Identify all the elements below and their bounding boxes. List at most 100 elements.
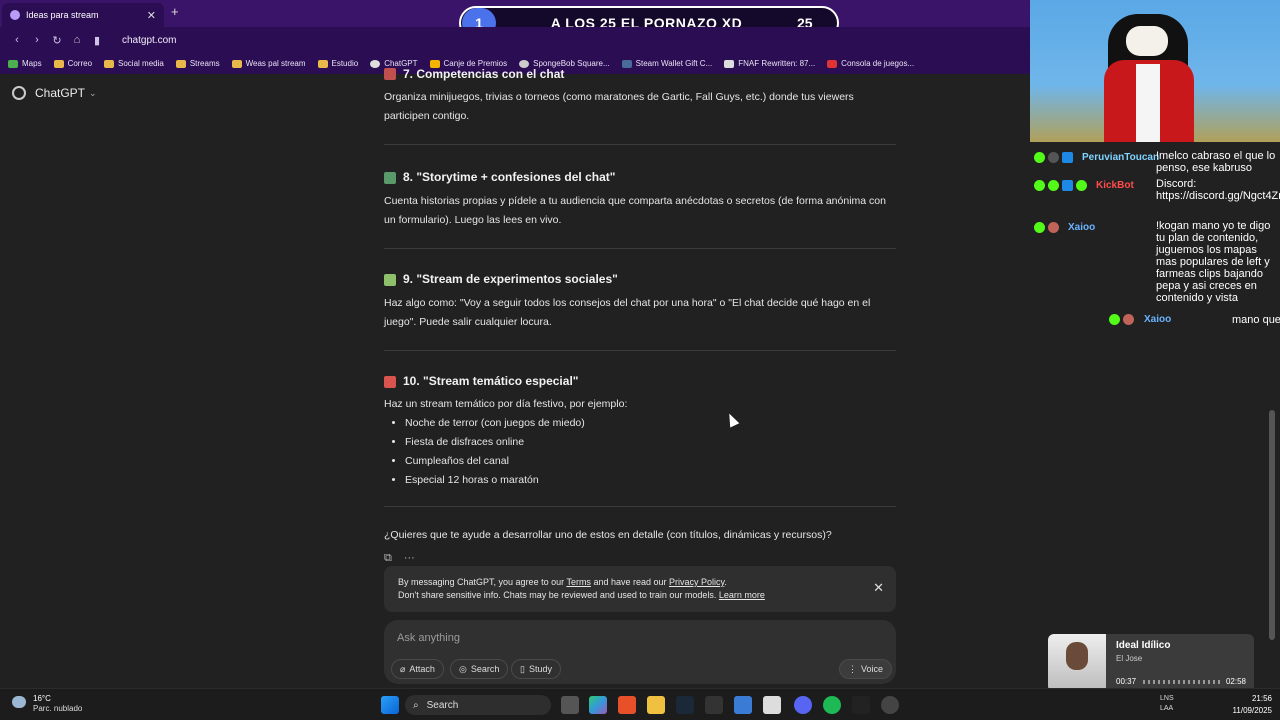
search-button[interactable]: ◎ Search [450,659,509,679]
study-button[interactable]: ▯ Study [511,659,561,679]
list-item: Noche de terror (con juegos de miedo) [405,414,896,433]
section-10-list: Noche de terror (con juegos de miedo) Fi… [384,414,896,490]
paperclip-icon: ⌀ [400,663,406,674]
trophy-emoji-icon [384,68,396,80]
system-clock[interactable]: 21:56 11/09/2025 [1233,693,1272,717]
badge-icon [1123,314,1134,325]
section-8-title: 8. "Storytime + confesiones del chat" [384,168,896,187]
badge-icon [1048,222,1059,233]
folder-icon [104,59,115,68]
maps-icon [8,59,18,68]
test-tube-emoji-icon [384,273,396,286]
voice-button[interactable]: ⋮ Voice [839,659,893,679]
bookmark-correo[interactable]: Correo [53,59,92,68]
section-9-title: 9. "Stream de experimentos sociales" [384,270,896,289]
discord-icon[interactable] [794,696,812,714]
books-emoji-icon [384,171,396,184]
spotify-icon[interactable] [823,696,841,714]
list-item: Cumpleaños del canal [405,452,896,471]
chat-username[interactable]: Xaioo [1144,314,1171,325]
store-icon[interactable] [763,696,781,714]
webcam-overlay [1030,0,1280,142]
close-tab-icon[interactable]: ✕ [147,9,156,22]
composer[interactable]: Ask anything ⌀ Attach ◎ Search ▯ Study ⋮ Voi… [384,620,896,684]
bookmark-estudio[interactable]: Estudio [317,59,358,68]
learn-more-link[interactable]: Learn more [719,590,765,600]
song-artist: El Jose [1116,654,1143,663]
divider [384,350,896,351]
taskbar-search[interactable]: ⌕ Search [405,695,551,715]
bookmark-weas-pal-stream[interactable]: Weas pal stream [231,59,306,68]
chat-username[interactable]: PeruvianToucan [1082,152,1159,163]
copilot-icon[interactable] [589,696,607,714]
section-7-title: 7. Competencias con el chat [384,67,896,81]
badge-icon [1048,152,1059,163]
windows-start-icon[interactable] [381,696,399,714]
chat-username[interactable]: Xaioo [1068,222,1095,233]
home-icon[interactable]: ⌂ [68,34,86,46]
attach-button[interactable]: ⌀ Attach [391,659,444,679]
reload-icon[interactable]: ↻ [48,34,66,47]
weather-widget[interactable]: 16°C Parc. nublado [12,694,82,714]
badge-icon [1062,180,1073,191]
chatgpt-icon [370,59,381,68]
input-language[interactable]: LNS LAA [1160,694,1174,714]
photos-icon[interactable] [734,696,752,714]
message-actions: ⧉ ··· [384,552,415,565]
steam-icon[interactable] [676,696,694,714]
brave-browser-icon[interactable] [618,696,636,714]
new-tab-button[interactable]: + [171,4,179,19]
url-field[interactable]: chatgpt.com [122,35,176,46]
terms-link[interactable]: Terms [566,577,591,587]
now-playing-widget: Ideal Idílico El Jose 00:37 02:58 [1048,634,1254,692]
divider [384,144,896,145]
assistant-message: 7. Competencias con el chat Organiza min… [384,67,896,545]
copy-icon[interactable]: ⧉ [384,552,392,565]
folder-icon [175,59,186,68]
search-icon: ⌕ [413,699,419,711]
book-icon: ▯ [520,663,525,674]
bookmark-streams[interactable]: Streams [175,59,220,68]
more-icon[interactable]: ··· [404,552,415,565]
chat-username[interactable]: KickBot [1096,180,1134,191]
album-art [1048,634,1106,692]
close-notice-icon[interactable]: ✕ [873,581,884,594]
privacy-policy-link[interactable]: Privacy Policy [669,577,724,587]
waveform-icon: ⋮ [848,663,857,674]
chatgpt-logo-icon [12,86,26,100]
file-explorer-icon[interactable] [647,696,665,714]
list-item: Especial 12 horas o maratón [405,471,896,490]
bookmark-icon[interactable]: ▮ [88,34,106,47]
total-time: 02:58 [1225,677,1246,686]
model-selector[interactable]: ChatGPT ⌄ [12,86,97,100]
song-title: Ideal Idílico [1116,640,1171,651]
badge-icon [1048,180,1059,191]
badge-icon [1109,314,1120,325]
user-badges [1034,222,1059,233]
forward-icon[interactable]: › [28,34,46,46]
folder-icon [231,59,242,68]
tab-ideas-para-stream[interactable]: Ideas para stream ✕ [2,3,164,27]
user-badges [1034,152,1073,163]
waveform-icon [1143,680,1223,684]
message-input[interactable]: Ask anything [397,632,460,644]
scrollbar[interactable] [1269,410,1275,640]
chat-text: !melco cabraso el que lo penso, ese kabr… [1156,150,1276,174]
chat-text: mano que [1232,314,1280,326]
badge-icon [1034,152,1045,163]
app-icon[interactable] [705,696,723,714]
back-icon[interactable]: ‹ [8,34,26,46]
list-item: Fiesta de disfraces online [405,433,896,452]
terms-notice: By messaging ChatGPT, you agree to our T… [384,566,896,612]
obs-icon[interactable] [881,696,899,714]
address-bar: ‹ › ↻ ⌂ ▮ chatgpt.com [0,27,1030,53]
taskbar: 16°C Parc. nublado ⌕ Search LNS LAA 21:5… [0,688,1280,720]
lantern-emoji-icon [384,375,396,388]
divider [384,506,896,507]
follow-up-question: ¿Quieres que te ayude a desarrollar uno … [384,529,832,541]
bookmark-maps[interactable]: Maps [8,59,42,68]
chat-text: !kogan mano yo te digo tu plan de conten… [1156,220,1271,304]
task-view-icon[interactable] [561,696,579,714]
bookmark-social-media[interactable]: Social media [104,59,164,68]
app-icon[interactable] [852,696,870,714]
